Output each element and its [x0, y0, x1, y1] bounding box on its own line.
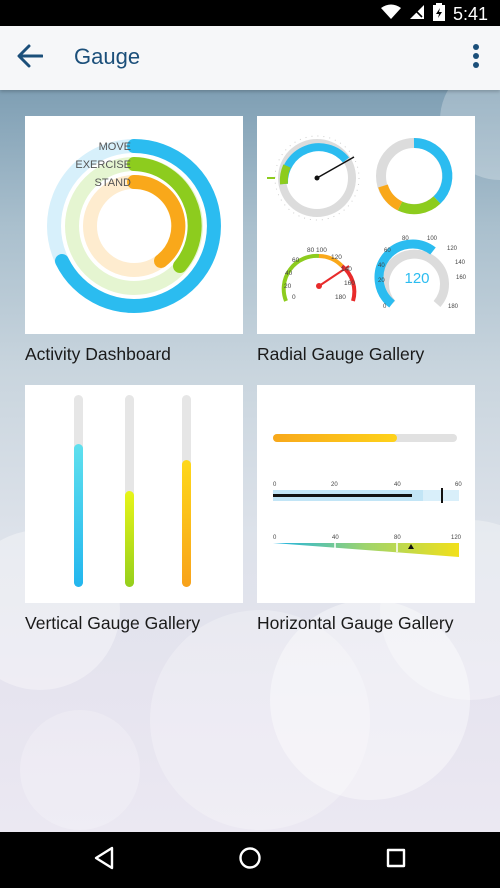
- gauge-scale-label: 180: [448, 304, 459, 310]
- tile-vertical-gauge-gallery[interactable]: Vertical Gauge Gallery: [25, 385, 243, 634]
- horizontal-gauge-thumbnail: 0 20 40 60 0 40 80 120: [257, 385, 475, 603]
- tile-radial-gauge-gallery[interactable]: 80 100 120 60 140 40 160 20 180 0 120 80: [257, 116, 475, 365]
- nav-back-button[interactable]: [90, 846, 118, 874]
- more-vert-icon: [472, 43, 480, 74]
- gauge-tick-label: 20: [284, 283, 292, 290]
- page-title: Gauge: [74, 44, 141, 69]
- gauge-tick-label: 180: [335, 294, 346, 301]
- app-bar: Gauge: [0, 26, 500, 90]
- tile-label: Radial Gauge Gallery: [257, 344, 425, 364]
- radial-gauge-thumbnail: 80 100 120 60 140 40 160 20 180 0 120 80: [257, 116, 475, 334]
- gauge-tick-label: 60: [292, 257, 300, 264]
- linear-tick-label: 80: [394, 535, 401, 541]
- bullet-tick-label: 60: [455, 482, 462, 488]
- linear-tick-label: 120: [451, 535, 462, 541]
- bullet-tick-label: 0: [273, 482, 277, 488]
- gauge-scale-label: 160: [456, 275, 467, 281]
- back-button[interactable]: [12, 40, 48, 76]
- tile-label: Horizontal Gauge Gallery: [257, 613, 454, 633]
- activity-dashboard-thumbnail: MOVE EXERCISE STAND: [25, 116, 243, 334]
- horizontal-gauges-preview: 0 20 40 60 0 40 80 120: [273, 434, 462, 557]
- bullet-tick-label: 20: [331, 482, 338, 488]
- tile-label: Vertical Gauge Gallery: [25, 613, 201, 633]
- vertical-gauge-thumbnail: [25, 385, 243, 603]
- gauge-tick-label: 100: [316, 247, 327, 254]
- nav-recents-button[interactable]: [382, 846, 410, 874]
- nav-home-button[interactable]: [236, 846, 264, 874]
- gauge-scale-label: 60: [384, 248, 391, 254]
- gauge-scale-label: 80: [402, 236, 409, 242]
- radial-gauges-preview: 80 100 120 60 140 40 160 20 180 0 120 80: [267, 135, 467, 310]
- ring-label-stand: STAND: [95, 177, 132, 189]
- status-bar: 5:41: [0, 0, 500, 26]
- gauge-value: 120: [404, 270, 429, 287]
- arrow-back-icon: [17, 44, 44, 73]
- gauge-tick-label: 160: [344, 280, 355, 287]
- ring-label-move: MOVE: [99, 141, 131, 153]
- gauge-scale-label: 40: [378, 263, 385, 269]
- gauge-tick-label: 80: [307, 247, 315, 254]
- gauge-scale-label: 140: [455, 260, 466, 266]
- gauge-tick-label: 140: [341, 266, 352, 273]
- activity-rings-chart: MOVE EXERCISE STAND: [47, 139, 221, 313]
- gauge-scale-label: 20: [378, 278, 385, 284]
- triangle-back-icon: [93, 846, 115, 875]
- circle-home-icon: [238, 846, 262, 875]
- system-nav-bar: [0, 832, 500, 888]
- square-recents-icon: [385, 847, 407, 874]
- background-bokeh: [20, 710, 140, 830]
- gauge-scale-label: 100: [427, 236, 438, 242]
- linear-tick-label: 40: [332, 535, 339, 541]
- gauge-scale-label: 120: [447, 246, 458, 252]
- gauge-tick-label: 120: [331, 254, 342, 261]
- overflow-menu-button[interactable]: [462, 40, 490, 76]
- bullet-tick-label: 40: [394, 482, 401, 488]
- vertical-gauges-preview: [74, 395, 191, 587]
- gauge-tick-label: 0: [292, 294, 296, 301]
- signal-icon: [409, 4, 425, 25]
- status-time: 5:41: [452, 4, 488, 24]
- tile-activity-dashboard[interactable]: MOVE EXERCISE STAND Activity Dashboard: [25, 116, 243, 365]
- ring-label-exercise: EXERCISE: [75, 159, 131, 171]
- gallery-content: MOVE EXERCISE STAND Activity Dashboard 8…: [0, 90, 500, 832]
- wifi-icon: [380, 4, 401, 25]
- linear-tick-label: 0: [273, 535, 277, 541]
- gauge-tick-label: 40: [285, 270, 293, 277]
- tile-horizontal-gauge-gallery[interactable]: 0 20 40 60 0 40 80 120 Horizontal Gauge …: [257, 385, 475, 634]
- tile-label: Activity Dashboard: [25, 344, 171, 364]
- battery-icon: [432, 3, 445, 26]
